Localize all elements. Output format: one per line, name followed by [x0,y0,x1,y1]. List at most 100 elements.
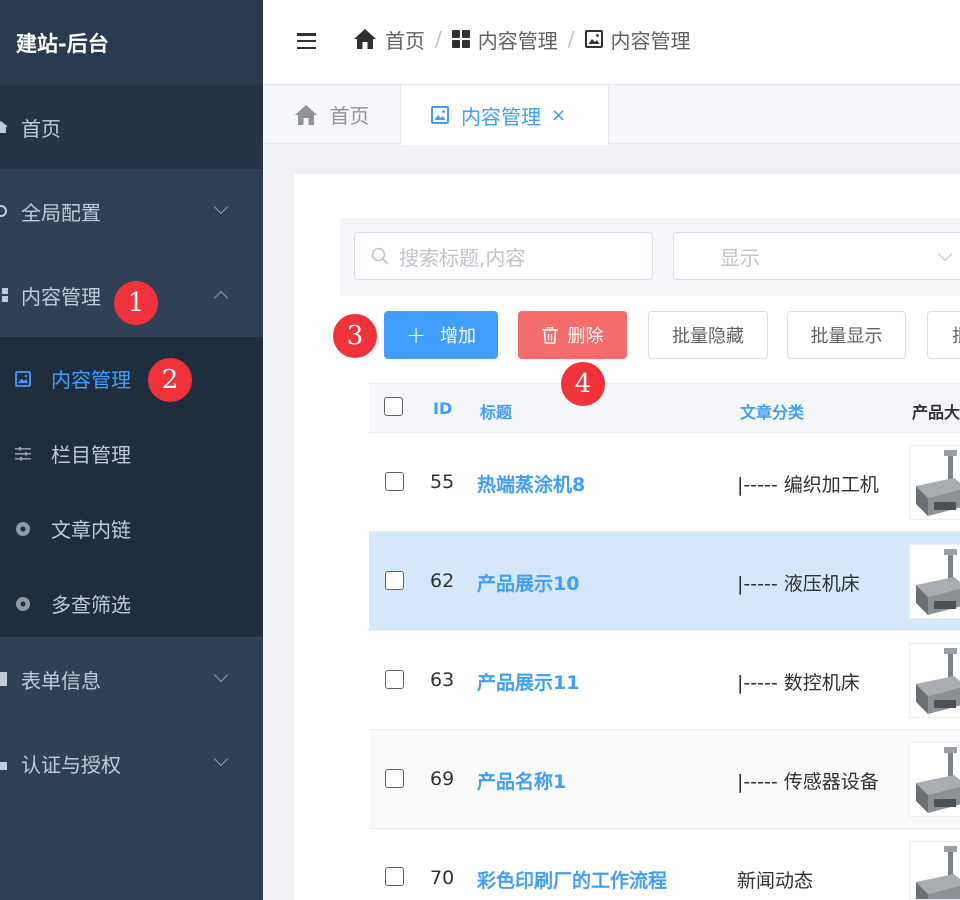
column-header-title[interactable]: 标题 [480,399,512,423]
content-submenu: 内容管理 栏目管理 文章内链 多查筛选 [0,337,263,637]
row-title-link[interactable]: 产品名称1 [477,767,566,794]
hamburger-menu-icon[interactable] [297,33,316,50]
machine-image-icon [916,846,960,899]
tabs-bar: 首页 内容管理 × [263,85,960,145]
picture-icon [431,106,449,124]
product-thumbnail[interactable] [909,445,960,520]
row-category: |----- 数控机床 [737,672,860,694]
row-id: 69 [430,768,455,790]
breadcrumb-item-home[interactable]: 首页 [353,25,425,54]
row-id: 63 [430,669,455,691]
submenu-item-columns[interactable]: 栏目管理 [0,416,263,491]
tab-home[interactable]: 首页 [263,85,401,144]
row-id: 62 [430,570,455,592]
plus-icon: + [405,321,427,349]
select-all-checkbox[interactable] [384,397,403,416]
column-header-id[interactable]: ID [433,399,452,418]
search-placeholder: 搜索标题,内容 [399,245,526,270]
chevron-down-icon [937,246,953,262]
submenu-item-label: 栏目管理 [51,443,131,467]
sidebar-item-global-config[interactable]: 全局配置 [0,169,263,253]
row-category: |----- 传感器设备 [737,771,879,793]
grid-icon [0,288,8,302]
submenu-item-label: 多查筛选 [51,593,131,617]
product-thumbnail[interactable] [909,544,960,619]
batch-hide-button[interactable]: 批量隐藏 [648,311,768,359]
table-header: ID 标题 文章分类 产品大 [369,383,960,433]
tab-content-management[interactable]: 内容管理 × [401,85,609,145]
chevron-up-icon [213,290,229,306]
sidebar-item-auth[interactable]: 认证与授权 [0,721,263,805]
select-value: 显示 [720,245,760,270]
submenu-item-content[interactable]: 内容管理 [0,341,263,416]
row-checkbox[interactable] [385,769,404,788]
sidebar-item-label: 全局配置 [21,200,101,225]
home-icon [0,120,8,134]
chevron-down-icon [213,199,229,215]
table-row[interactable]: 63 产品展示11 |----- 数控机床 [369,631,960,730]
breadcrumb-item-content-management[interactable]: 内容管理 [451,25,558,54]
home-icon [294,104,317,125]
breadcrumb-separator: / [567,27,575,51]
search-input[interactable]: 搜索标题,内容 [354,232,653,280]
sliders-icon [14,445,32,463]
circle-dot-icon [14,595,32,613]
top-header: 首页 / 内容管理 / 内容管理 [263,0,960,85]
display-status-select[interactable]: 显示 [673,232,960,280]
row-title-link[interactable]: 彩色印刷厂的工作流程 [477,866,667,893]
machine-image-icon [916,747,960,813]
batch-more-button[interactable]: 批 [927,311,960,359]
annotation-badge-4: 4 [561,362,605,406]
lock-icon [0,756,8,770]
annotation-badge-3: 3 [333,314,377,358]
breadcrumb: 首页 / 内容管理 / 内容管理 [353,24,691,54]
picture-icon [584,30,603,48]
home-icon [354,29,376,49]
submenu-item-internal-links[interactable]: 文章内链 [0,491,263,566]
search-icon [371,247,389,265]
row-category: |----- 编织加工机 [737,474,879,496]
product-thumbnail[interactable] [909,643,960,718]
machine-image-icon [916,648,960,714]
row-checkbox[interactable] [385,867,404,886]
table-row[interactable]: 62 产品展示10 |----- 液压机床 [369,532,960,631]
sidebar-item-home[interactable]: 首页 [0,85,263,169]
row-title-link[interactable]: 产品展示10 [477,569,579,596]
sidebar-item-label: 表单信息 [21,668,101,693]
batch-show-button[interactable]: 批量显示 [787,311,906,359]
machine-image-icon [916,450,960,516]
product-thumbnail[interactable] [909,742,960,817]
submenu-item-label: 文章内链 [51,518,131,542]
sidebar-item-label: 内容管理 [21,284,101,309]
column-header-category[interactable]: 文章分类 [740,399,804,423]
row-title-link[interactable]: 热端蒸涂机8 [477,470,585,497]
circle-dot-icon [14,520,32,538]
table-row[interactable]: 69 产品名称1 |----- 传感器设备 [369,730,960,829]
row-category: |----- 液压机床 [737,573,860,595]
row-checkbox[interactable] [385,472,404,491]
row-checkbox[interactable] [385,571,404,590]
sidebar-item-form-info[interactable]: 表单信息 [0,637,263,721]
annotation-badge-2: 2 [148,358,192,402]
product-thumbnail[interactable] [909,841,960,900]
breadcrumb-item-current: 内容管理 [584,25,691,54]
add-button[interactable]: + 增加 [384,311,498,359]
row-category: 新闻动态 [737,870,814,892]
close-icon[interactable]: × [551,105,566,126]
sidebar-item-label: 认证与授权 [21,752,121,777]
document-icon [0,672,8,686]
table-row[interactable]: 55 热端蒸涂机8 |----- 编织加工机 [369,433,960,532]
column-header-product-image: 产品大 [912,403,960,422]
chevron-down-icon [213,751,229,767]
row-title-link[interactable]: 产品展示11 [477,668,579,695]
sidebar-item-label: 首页 [21,116,61,141]
table-row[interactable]: 70 彩色印刷厂的工作流程 新闻动态 [369,829,960,900]
tab-label: 内容管理 [461,104,541,129]
submenu-item-multi-filter[interactable]: 多查筛选 [0,566,263,641]
grid-icon [451,30,470,48]
delete-button[interactable]: 删除 [518,311,627,359]
picture-icon [14,370,32,388]
sidebar: 建站-后台 首页 全局配置 内容管理 内容管理 栏目管理 文章内链 多查筛选 表… [0,0,263,900]
row-id: 55 [430,471,455,493]
row-checkbox[interactable] [385,670,404,689]
